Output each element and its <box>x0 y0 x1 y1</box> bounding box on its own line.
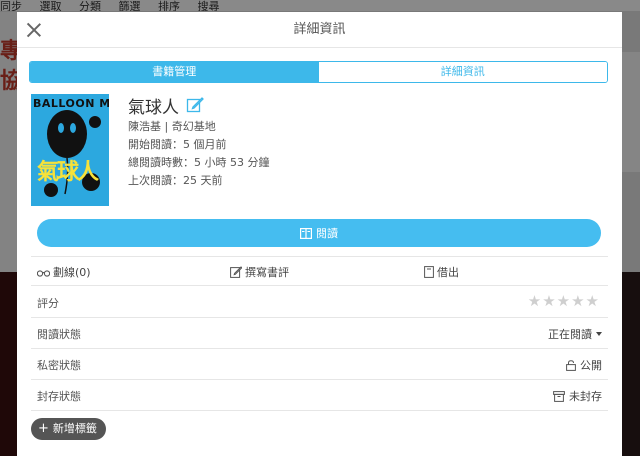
read-button-label: 閱讀 <box>316 227 338 240</box>
reading-status-value: 正在閱讀 <box>548 328 592 341</box>
book-total-reading-time: 總閱讀時數：5 小時 53 分鐘 <box>128 156 270 169</box>
lend-label: 借出 <box>437 266 459 279</box>
highlights-button[interactable]: 劃線(0) <box>37 264 91 280</box>
plus-icon: + <box>38 421 49 436</box>
cover-art <box>44 110 101 197</box>
cover-chinese-title: 氣球人 <box>37 160 99 185</box>
rating-label: 評分 <box>37 297 59 310</box>
book-started-reading: 開始閱讀：5 個月前 <box>128 138 227 151</box>
book-title-row: 氣球人 <box>128 92 270 118</box>
privacy-status-value: 公開 <box>580 359 602 372</box>
privacy-status-row: 私密狀態 公開 <box>31 349 608 380</box>
rating-stars[interactable]: ★★★★★ <box>528 292 600 310</box>
tab-details[interactable]: 詳細資訊 <box>318 62 607 82</box>
book-cover[interactable]: BALLOON MAN 氣球人 <box>31 94 109 206</box>
archive-status-label: 封存狀態 <box>37 390 81 403</box>
tab-bar: 書籍管理 詳細資訊 <box>29 61 608 83</box>
rating-row: 評分 ★★★★★ <box>31 287 608 318</box>
add-tag-label: 新增標籤 <box>52 422 97 435</box>
highlights-label: 劃線(0) <box>53 266 91 279</box>
modal-title: 詳細資訊 <box>293 22 346 37</box>
unlock-icon <box>566 359 576 371</box>
write-review-button[interactable]: 撰寫書評 <box>230 264 289 280</box>
book-title: 氣球人 <box>128 97 179 118</box>
book-open-icon <box>300 227 312 239</box>
book-meta: 氣球人 陳浩基 | 奇幻基地 開始閱讀：5 個月前 總閱讀時數：5 小時 53 … <box>128 92 270 190</box>
privacy-status-label: 私密狀態 <box>37 359 81 372</box>
reading-status-dropdown[interactable]: 正在閱讀 <box>548 326 602 342</box>
add-tag-button[interactable]: + 新增標籤 <box>31 418 106 440</box>
book-detail-modal: 詳細資訊 書籍管理 詳細資訊 BALLOON MAN 氣球人 氣球人 <box>17 12 622 456</box>
glasses-icon <box>37 269 50 277</box>
close-button[interactable] <box>25 21 43 39</box>
archive-status-toggle[interactable]: 未封存 <box>553 388 602 404</box>
edit-icon[interactable] <box>186 96 204 114</box>
archive-status-value: 未封存 <box>569 390 602 403</box>
privacy-status-toggle[interactable]: 公開 <box>566 357 602 373</box>
lend-button[interactable]: 借出 <box>424 264 459 280</box>
book-info-section: BALLOON MAN 氣球人 氣球人 陳浩基 | 奇幻基地 開始 <box>31 92 608 218</box>
archive-status-row: 封存狀態 未封存 <box>31 380 608 411</box>
chevron-down-icon <box>596 332 602 336</box>
action-row: 劃線(0) 撰寫書評 借出 <box>31 256 608 286</box>
write-review-label: 撰寫書評 <box>245 266 289 279</box>
book-last-read: 上次閱讀：25 天前 <box>128 174 223 187</box>
tab-book-management[interactable]: 書籍管理 <box>30 62 319 82</box>
reading-status-label: 閱讀狀態 <box>37 328 81 341</box>
modal-header: 詳細資訊 <box>17 12 622 48</box>
book-author-publisher: 陳浩基 | 奇幻基地 <box>128 120 216 133</box>
lend-book-icon <box>424 266 434 278</box>
reading-status-row: 閱讀狀態 正在閱讀 <box>31 318 608 349</box>
archive-box-icon <box>553 390 565 402</box>
read-button[interactable]: 閱讀 <box>37 219 601 247</box>
pencil-icon <box>230 266 242 278</box>
